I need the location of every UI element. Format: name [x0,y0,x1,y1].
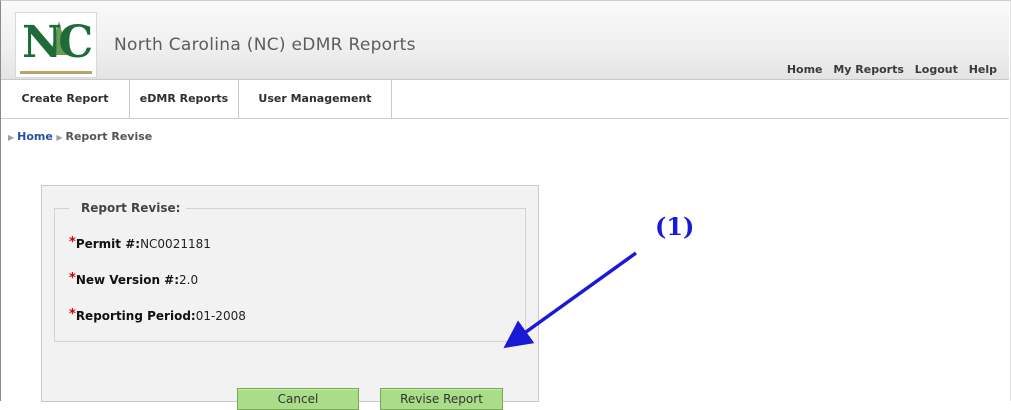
app-title: North Carolina (NC) eDMR Reports [114,35,416,55]
app-header: NC North Carolina (NC) eDMR Reports Home… [1,1,1009,80]
reporting-period-field: *Reporting Period:01-2008 [69,307,246,323]
breadcrumb-home-link[interactable]: Home [17,130,53,143]
revise-report-button[interactable]: Revise Report [380,388,503,410]
reporting-period-label: Reporting Period: [75,309,196,323]
permit-label: Permit #: [75,237,141,251]
logo-underline [20,71,92,74]
breadcrumb-arrow-icon: ▶ [56,133,63,142]
required-marker: * [69,271,76,286]
permit-field: *Permit #:NC0021181 [69,235,211,251]
report-revise-fieldset: Report Revise: *Permit #:NC0021181 *New … [54,201,526,342]
tab-edmr-reports[interactable]: eDMR Reports [130,80,239,118]
breadcrumb-current: Report Revise [65,130,153,143]
tab-bar: Create Report eDMR Reports User Manageme… [1,80,1009,119]
new-version-field: *New Version #:2.0 [69,271,198,287]
top-nav-links: Home My Reports Logout Help [780,63,997,76]
permit-value: NC0021181 [140,237,211,251]
new-version-label: New Version #: [75,273,180,287]
required-marker: * [69,235,76,250]
fieldset-legend: Report Revise: [69,201,187,215]
top-link-logout[interactable]: Logout [915,63,958,76]
breadcrumb: ▶ Home ▶ Report Revise [8,130,152,143]
cancel-button[interactable]: Cancel [237,388,359,410]
breadcrumb-arrow-icon: ▶ [8,133,15,142]
report-revise-panel: Report Revise: *Permit #:NC0021181 *New … [41,185,539,410]
tab-user-management[interactable]: User Management [239,80,392,118]
nc-logo: NC [15,12,97,78]
top-link-home[interactable]: Home [787,63,823,76]
top-link-my-reports[interactable]: My Reports [833,63,904,76]
top-link-help[interactable]: Help [969,63,997,76]
new-version-value: 2.0 [179,273,199,287]
reporting-period-value: 01-2008 [195,309,246,323]
annotation-label: (1) [655,212,695,241]
logo-text: NC [22,17,93,68]
required-marker: * [69,307,76,322]
tab-create-report[interactable]: Create Report [1,80,130,118]
